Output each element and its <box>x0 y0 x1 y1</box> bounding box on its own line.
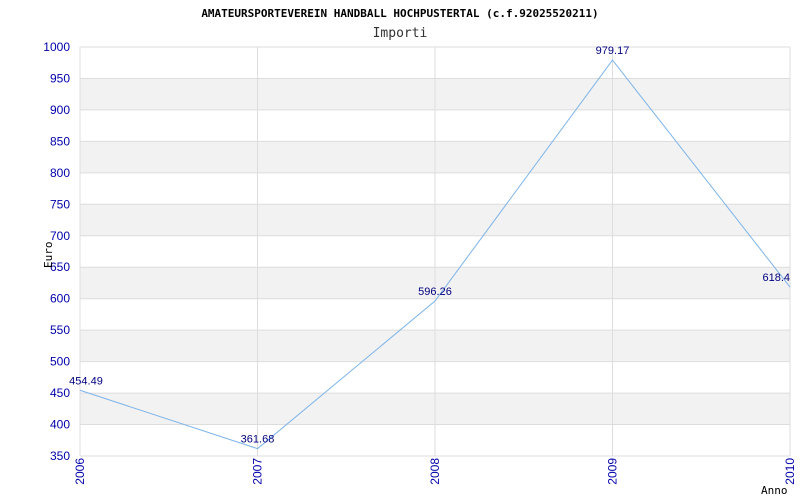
y-tick-label: 500 <box>50 355 70 369</box>
y-tick-label: 550 <box>50 323 70 337</box>
data-label: 361.68 <box>241 434 275 446</box>
x-tick-label: 2007 <box>251 458 265 485</box>
data-label: 596.26 <box>418 286 452 298</box>
y-tick-label: 600 <box>50 292 70 306</box>
x-axis-ticks: 2006 2007 2008 2009 2010 <box>73 458 797 485</box>
y-tick-label: 700 <box>50 229 70 243</box>
data-label: 618.4 <box>762 272 790 284</box>
chart-subtitle: Importi <box>373 26 428 41</box>
x-tick-label: 2010 <box>783 458 797 485</box>
chart-title: AMATEURSPORTEVEREIN HANDBALL HOCHPUSTERT… <box>201 7 598 20</box>
y-tick-label: 350 <box>50 449 70 463</box>
y-tick-label: 450 <box>50 386 70 400</box>
y-axis-label: Euro <box>42 242 55 269</box>
y-tick-label: 950 <box>50 71 70 85</box>
x-tick-label: 2008 <box>428 458 442 485</box>
y-tick-label: 750 <box>50 197 70 211</box>
y-tick-label: 800 <box>50 166 70 180</box>
x-tick-label: 2006 <box>73 458 87 485</box>
data-label: 979.17 <box>596 45 630 57</box>
y-tick-label: 850 <box>50 134 70 148</box>
data-label: 454.49 <box>69 375 103 387</box>
x-axis-label: Anno <box>761 484 788 497</box>
line-chart: AMATEURSPORTEVEREIN HANDBALL HOCHPUSTERT… <box>42 7 797 497</box>
y-tick-label: 1000 <box>43 40 70 54</box>
y-tick-label: 400 <box>50 418 70 432</box>
x-tick-label: 2009 <box>606 458 620 485</box>
y-tick-label: 900 <box>50 103 70 117</box>
